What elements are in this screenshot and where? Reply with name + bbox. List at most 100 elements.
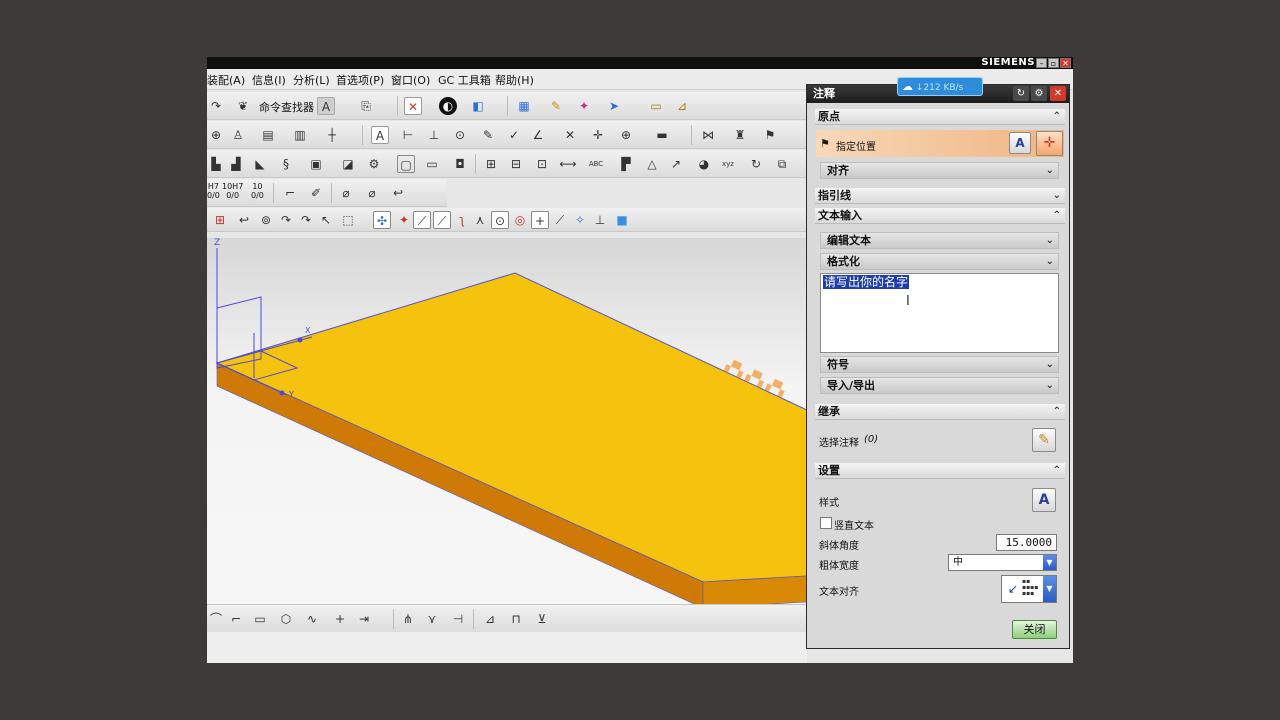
frame-icon[interactable]: ▢ — [397, 155, 415, 173]
weld-icon[interactable]: ⋈ — [699, 126, 717, 144]
render-style-icon[interactable]: ◐ — [439, 97, 457, 115]
fit-view-icon[interactable]: ✕ — [404, 97, 422, 115]
snap-icon[interactable]: ⎘ — [357, 97, 375, 115]
rotate-icon[interactable]: ↻ — [747, 155, 765, 173]
undo-icon[interactable]: ↩ — [235, 211, 253, 229]
orient-icon[interactable]: ✎ — [547, 97, 565, 115]
format-subsection[interactable]: 格式化 ⌄ — [820, 253, 1059, 270]
snap-on-curve-icon[interactable]: ⟋ — [551, 211, 569, 229]
rectangle-icon[interactable]: ▭ — [251, 610, 269, 628]
settings-icon[interactable]: ⚙ — [1031, 86, 1047, 101]
extend-icon[interactable]: ⋎ — [423, 610, 441, 628]
snap-quadrant-icon[interactable]: ◎ — [511, 211, 529, 229]
path-2-icon[interactable]: ↷ — [297, 211, 315, 229]
menu-information[interactable]: 信息(I) — [252, 72, 286, 88]
copy-icon[interactable]: ⧉ — [773, 155, 791, 173]
fit-10[interactable]: 10 0/0 — [251, 182, 264, 200]
snap-curve-icon[interactable]: ʅ — [453, 211, 471, 229]
sketch-icon[interactable]: ⊕ — [207, 126, 225, 144]
section-origin[interactable]: 原点 ⌃ — [815, 109, 1065, 125]
part-icon[interactable]: ▙ — [207, 155, 225, 173]
project-icon[interactable]: ⊓ — [507, 610, 525, 628]
text-align-select[interactable]: ↙ ▪▪ ▪▪▪▪ ▪▪▪ ▼ — [1001, 575, 1057, 603]
diameter-icon[interactable]: ⌀ — [337, 184, 355, 202]
spline-icon[interactable]: ∿ — [303, 610, 321, 628]
angle-icon[interactable]: ∠ — [529, 126, 547, 144]
fit-10h7[interactable]: 10H7 0/0 — [222, 182, 243, 200]
bolt-icon[interactable]: ◪ — [339, 155, 357, 173]
slope-icon[interactable]: ↗ — [667, 155, 685, 173]
snap-face-icon[interactable]: ✧ — [571, 211, 589, 229]
command-finder-label[interactable]: 命令查找器 — [259, 99, 314, 115]
mirror-icon[interactable]: ⊿ — [481, 610, 499, 628]
leader-icon[interactable]: ⌐ — [281, 184, 299, 202]
assembly-icon[interactable]: ▣ — [307, 155, 325, 173]
reset-icon[interactable]: ↻ — [1013, 86, 1029, 101]
line-icon[interactable]: ┼ — [323, 126, 341, 144]
check-icon[interactable]: ✓ — [505, 126, 523, 144]
path-3-icon[interactable]: ↖ — [317, 211, 335, 229]
vertical-text-checkbox[interactable] — [820, 517, 832, 529]
drafting-icon[interactable]: ⊿ — [673, 97, 691, 115]
table-icon[interactable]: ▤ — [259, 126, 277, 144]
note-text-area[interactable]: 请写出你的名字 I — [820, 273, 1059, 353]
menu-assembly[interactable]: 装配(A) — [207, 72, 245, 88]
sphere-icon[interactable]: ◕ — [695, 155, 713, 173]
snap-end-icon[interactable]: ⟋ — [413, 211, 431, 229]
command-finder-icon[interactable]: ❦ — [237, 97, 249, 115]
triangle-icon[interactable]: △ — [643, 155, 661, 173]
select-note-icon[interactable]: ✎ — [1032, 428, 1056, 452]
snap-arc-center-icon[interactable]: ⊙ — [491, 211, 509, 229]
snap-mid-icon[interactable]: ⟋ — [433, 211, 451, 229]
maximize-button[interactable]: ▫ — [1048, 58, 1059, 68]
path-icon[interactable]: ↷ — [277, 211, 295, 229]
pin-icon[interactable]: ✎ — [479, 126, 497, 144]
rule-icon[interactable]: ▭ — [647, 97, 665, 115]
symbol-icon[interactable]: ◘ — [451, 155, 469, 173]
grid-icon[interactable]: ▥ — [291, 126, 309, 144]
table-edit-icon[interactable]: ⊡ — [533, 155, 551, 173]
fillet-icon[interactable]: ⌐ — [227, 610, 245, 628]
axis-icon[interactable]: ✛ — [589, 126, 607, 144]
datum-icon[interactable]: ⊥ — [425, 126, 443, 144]
flag-icon[interactable]: ⚑ — [761, 126, 779, 144]
symbols-subsection[interactable]: 符号 ⌄ — [820, 356, 1059, 373]
target-icon[interactable]: ⊕ — [617, 126, 635, 144]
snap-intersect-icon[interactable]: ⋏ — [471, 211, 489, 229]
minimize-button[interactable]: – — [1036, 58, 1047, 68]
rect-icon[interactable]: ▭ — [423, 155, 441, 173]
offset-icon[interactable]: ⇥ — [355, 610, 373, 628]
cube-icon[interactable]: ■ — [613, 211, 631, 229]
text-style-icon[interactable]: A — [317, 97, 335, 115]
fit-h7[interactable]: H7 0/0 — [207, 182, 220, 200]
trim-icon[interactable]: ⋔ — [399, 610, 417, 628]
constraint-icon[interactable]: ♙ — [229, 126, 247, 144]
gear-icon[interactable]: ⚙ — [365, 155, 383, 173]
menu-analysis[interactable]: 分析(L) — [293, 72, 330, 88]
body-icon[interactable]: ▟ — [227, 155, 245, 173]
close-button[interactable]: 关闭 — [1012, 620, 1057, 639]
xyz-icon[interactable]: xyz — [719, 155, 737, 173]
graphics-viewport[interactable]: ▞▚ ▞▚ ▞▚ Z X Y — [207, 238, 807, 663]
redo-icon[interactable]: ↷ — [207, 97, 225, 115]
solid-icon[interactable]: ▛ — [617, 155, 635, 173]
snap-point-icon[interactable]: ✣ — [373, 211, 391, 229]
spring-icon[interactable]: § — [277, 155, 295, 173]
box-select-icon[interactable]: ⬚ — [339, 211, 357, 229]
section-text-input[interactable]: 文本输入 ⌃ — [815, 208, 1065, 224]
specify-location-row[interactable]: ⚑ 指定位置 A ✛ — [816, 130, 1064, 157]
dim-icon[interactable]: ⟷ — [559, 155, 577, 173]
diameter-2-icon[interactable]: ⌀ — [363, 184, 381, 202]
select-icon[interactable]: ⊚ — [257, 211, 275, 229]
feature-icon[interactable]: ◣ — [251, 155, 269, 173]
surface-icon[interactable]: ♜ — [731, 126, 749, 144]
menu-gc-toolbox[interactable]: GC 工具箱 — [438, 72, 491, 88]
ruler-icon[interactable]: ✐ — [307, 184, 325, 202]
zoom-icon[interactable]: ⊙ — [451, 126, 469, 144]
menu-help[interactable]: 帮助(H) — [495, 72, 534, 88]
style-icon[interactable]: A — [1032, 488, 1056, 512]
edit-text-subsection[interactable]: 编辑文本 ⌄ — [820, 232, 1059, 249]
derived-icon[interactable]: ⊻ — [533, 610, 551, 628]
dimension-icon[interactable]: ⊢ — [399, 126, 417, 144]
point-icon[interactable]: + — [331, 610, 349, 628]
